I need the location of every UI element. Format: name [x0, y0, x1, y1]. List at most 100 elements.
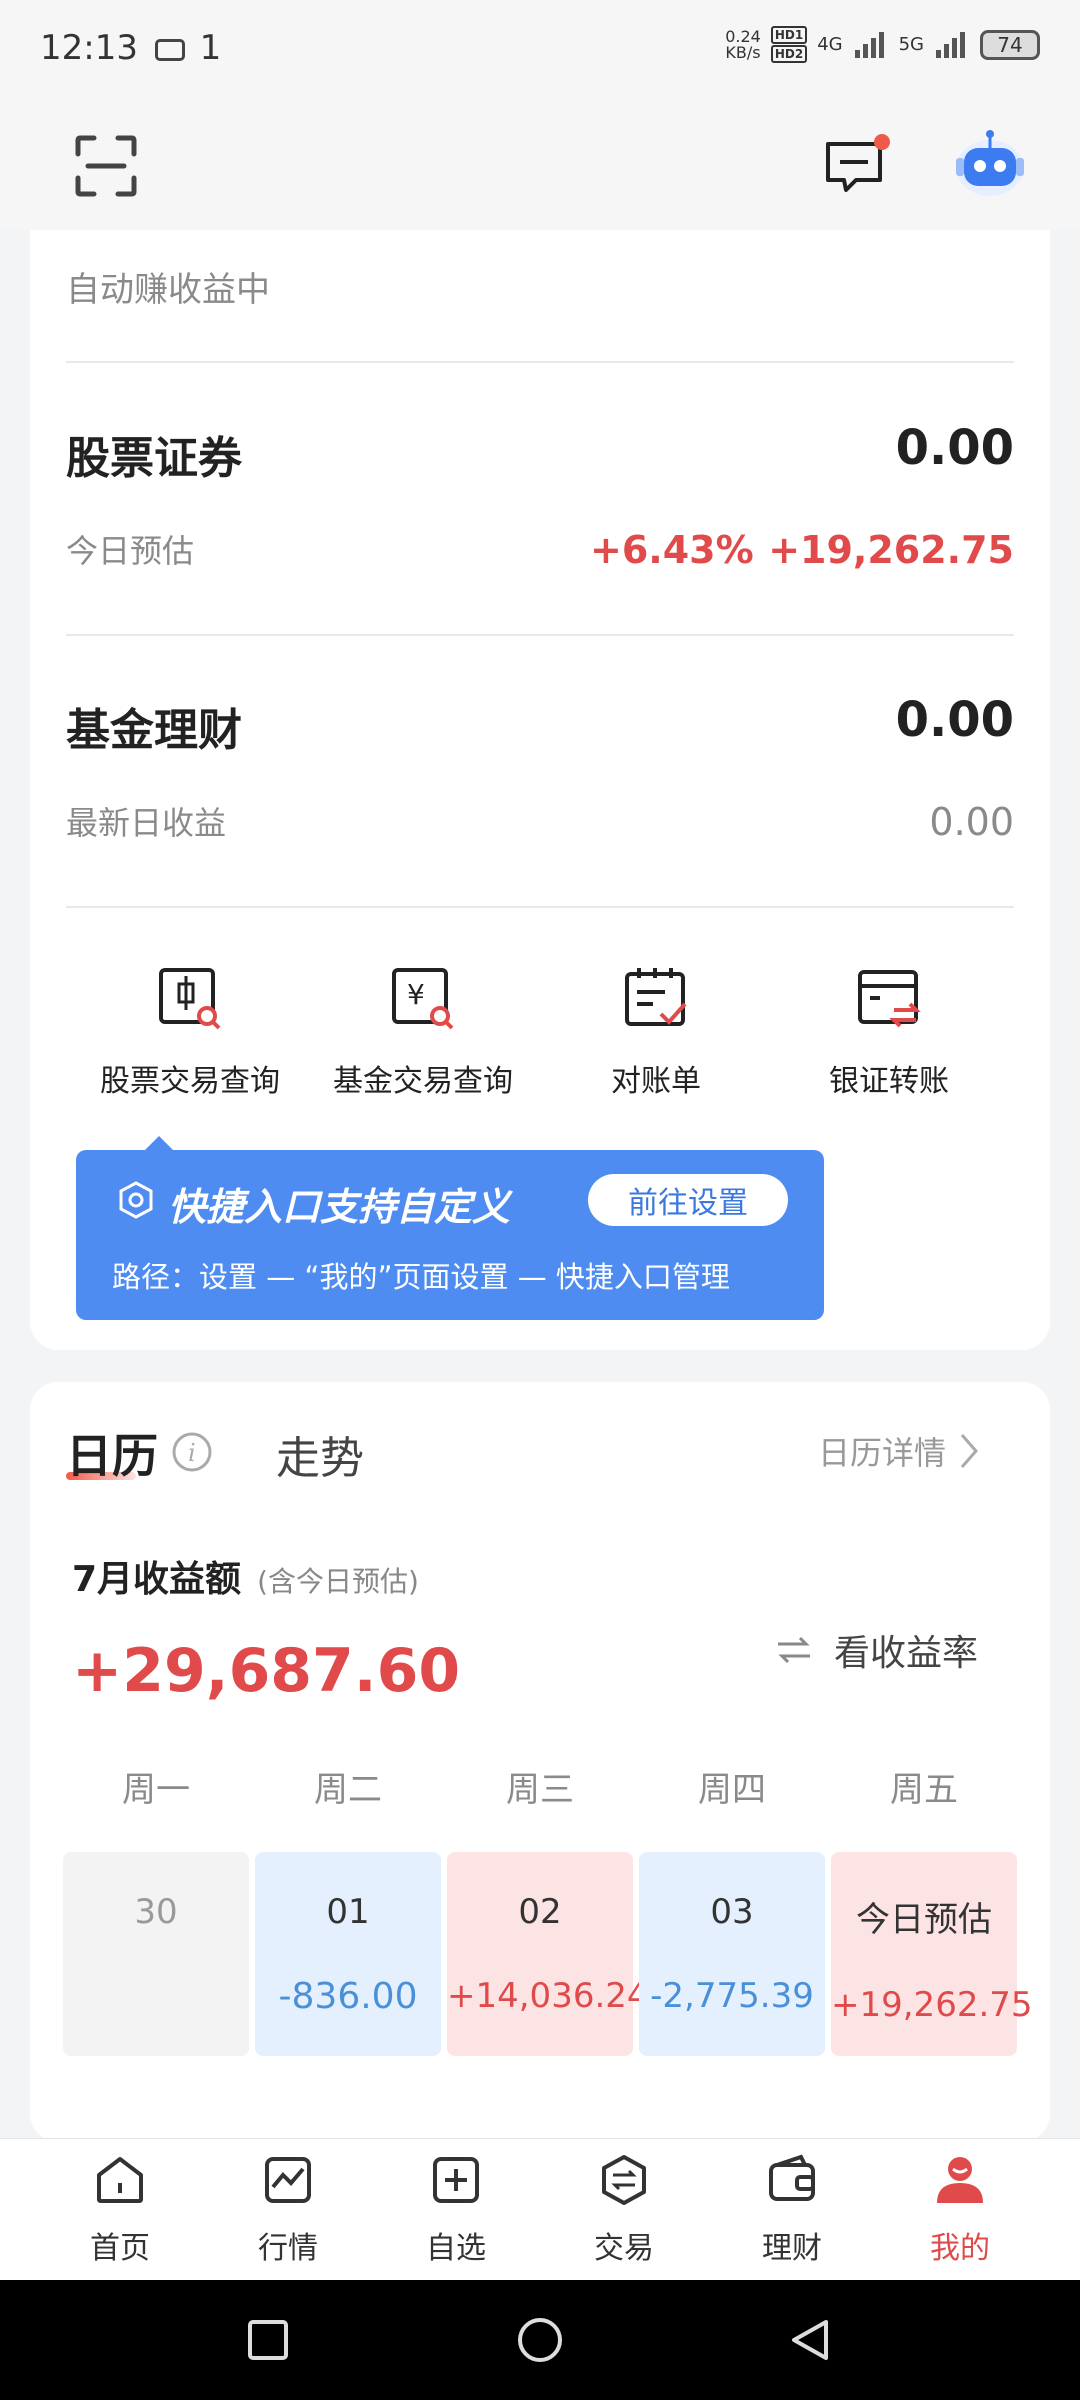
net-speed: 0.24 KB/s	[725, 28, 761, 62]
nav-label: 行情	[258, 2231, 318, 2266]
month-title: 7月收益额	[72, 1559, 242, 1600]
toggle-yield-rate[interactable]: 看收益率	[774, 1624, 978, 1676]
back-icon[interactable]	[786, 2316, 834, 2364]
nav-home[interactable]: 首页	[50, 2153, 190, 2267]
system-nav-bar	[0, 2280, 1080, 2400]
shortcut-fund-query[interactable]: ¥ 基金交易查询	[313, 964, 533, 1100]
calendar-day-cell[interactable]: 30	[63, 1852, 249, 2056]
funds-title: 基金理财	[66, 705, 242, 756]
stocks-percent: +6.43%	[590, 528, 754, 572]
divider	[66, 361, 1014, 363]
shortcut-stock-query[interactable]: 股票交易查询	[80, 964, 300, 1100]
day-value: -2,775.39	[650, 1976, 814, 2016]
tip-title: 快捷入口支持自定义	[168, 1185, 511, 1229]
top-header	[0, 100, 1080, 230]
shortcut-statement[interactable]: 对账单	[546, 964, 766, 1100]
swap-icon	[778, 1636, 810, 1664]
info-icon[interactable]: i	[170, 1430, 214, 1474]
shortcut-label: 银证转账	[829, 1064, 949, 1099]
battery-icon: 74	[980, 29, 1040, 60]
home-circle-icon[interactable]	[516, 2316, 564, 2364]
shortcut-bank-transfer[interactable]: 银证转账	[779, 964, 999, 1100]
hd1-badge: HD1	[770, 26, 808, 44]
tab-calendar-label: 日历	[66, 1429, 158, 1483]
auto-earning-text: 自动赚收益中	[66, 262, 270, 311]
day-number: 02	[518, 1892, 562, 1932]
battery-level: 74	[997, 32, 1023, 57]
tab-calendar[interactable]: 日历	[66, 1420, 158, 1486]
hd-badges: HD1 HD2	[770, 26, 808, 63]
month-note: (含今日预估)	[257, 1565, 419, 1598]
unread-dot	[874, 134, 890, 150]
funds-section[interactable]: 基金理财 0.00 最新日收益 0.00	[66, 692, 1014, 852]
net-speed-unit: KB/s	[725, 42, 761, 62]
chevron-right-icon	[960, 1434, 979, 1468]
divider	[66, 906, 1014, 908]
watchlist-icon	[433, 2157, 479, 2203]
nav-profile[interactable]: 我的	[890, 2153, 1030, 2267]
day-value: +19,262.75	[831, 1985, 1033, 2025]
nav-wealth[interactable]: 理财	[722, 2153, 862, 2267]
day-number: 30	[134, 1892, 178, 1932]
nav-trade[interactable]: 交易	[554, 2153, 694, 2267]
svg-text:i: i	[188, 1439, 196, 1467]
svg-text:¥: ¥	[407, 978, 425, 1011]
status-time: 12:13 1	[40, 28, 221, 68]
month-amount: +29,687.60	[72, 1636, 461, 1706]
go-settings-button[interactable]: 前往设置	[588, 1174, 788, 1226]
market-icon	[265, 2157, 311, 2203]
trade-icon	[602, 2155, 646, 2205]
day-number: 03	[710, 1892, 754, 1932]
auto-earning-label: 自动赚收益中	[66, 270, 270, 310]
day-value: +14,036.24	[447, 1976, 649, 2016]
stocks-amount: +19,262.75	[768, 528, 1014, 572]
day-number: 01	[326, 1892, 370, 1932]
notification-count: 1	[199, 28, 222, 68]
day-value: -836.00	[278, 1976, 418, 2017]
tip-path: 路径：设置 — “我的”页面设置 — 快捷入口管理	[112, 1260, 730, 1294]
nav-market[interactable]: 行情	[218, 2153, 358, 2267]
profile-icon	[937, 2157, 983, 2203]
nav-label: 首页	[90, 2231, 150, 2266]
signal-icon	[854, 31, 884, 58]
nav-label: 交易	[594, 2231, 654, 2266]
weekday-label: 周一	[122, 1770, 190, 1810]
recent-apps-icon[interactable]	[246, 2318, 290, 2362]
message-notification-icon	[154, 38, 185, 61]
clock-text: 12:13	[40, 28, 138, 68]
nav-label: 自选	[426, 2231, 486, 2266]
calendar-day-cell-today[interactable]: 今日预估 +19,262.75	[831, 1852, 1033, 2056]
shortcut-label: 对账单	[611, 1064, 701, 1099]
stocks-section[interactable]: 股票证券 0.00 今日预估 +6.43% +19,262.75	[66, 420, 1014, 580]
shortcut-label: 基金交易查询	[333, 1064, 513, 1099]
shortcut-label: 股票交易查询	[100, 1064, 280, 1099]
stocks-subtitle: 今日预估	[66, 532, 195, 570]
calendar-detail-label: 日历详情	[818, 1434, 947, 1472]
weekday-label: 周三	[506, 1770, 574, 1810]
nav-watchlist[interactable]: 自选	[386, 2153, 526, 2267]
bottom-nav: 首页 行情 自选 交易 理财 我的	[0, 2138, 1080, 2280]
shortcut-tip: 快捷入口支持自定义 前往设置 路径：设置 — “我的”页面设置 — 快捷入口管理	[76, 1150, 824, 1320]
status-bar: 12:13 1 0.24 KB/s HD1 HD2 4G 5G 74	[0, 0, 1080, 100]
message-button[interactable]	[822, 134, 892, 198]
tab-trend[interactable]: 走势	[276, 1422, 364, 1486]
wallet-icon	[769, 2154, 815, 2201]
weekday-label: 周二	[314, 1770, 382, 1810]
funds-amount: 0.00	[929, 800, 1014, 844]
settings-hex-icon	[119, 1181, 153, 1219]
divider	[66, 634, 1014, 636]
robot-avatar-icon[interactable]	[950, 124, 1030, 204]
network-4g-label: 4G	[817, 34, 843, 55]
calendar-day-cell[interactable]: 02 +14,036.24	[447, 1852, 649, 2056]
network-5g-label: 5G	[898, 34, 924, 55]
bank-transfer-icon	[858, 970, 921, 1028]
day-number: 今日预估	[856, 1900, 992, 1940]
scan-icon[interactable]	[74, 134, 138, 198]
calendar-day-cell[interactable]: 01 -836.00	[255, 1852, 441, 2056]
status-right: 0.24 KB/s HD1 HD2 4G 5G 74	[725, 26, 1040, 63]
stocks-value: 0.00	[895, 420, 1014, 476]
calendar-day-cell[interactable]: 03 -2,775.39	[639, 1852, 825, 2056]
nav-label: 理财	[762, 2231, 822, 2266]
hd2-badge: HD2	[770, 45, 808, 63]
calendar-detail-link[interactable]: 日历详情	[818, 1428, 980, 1474]
